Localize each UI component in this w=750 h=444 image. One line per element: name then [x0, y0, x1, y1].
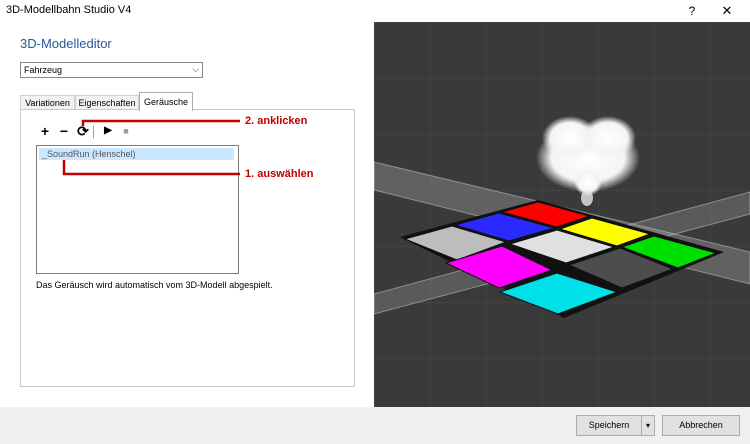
remove-icon[interactable]: − — [57, 123, 71, 139]
sound-list[interactable]: _SoundRun (Henschel) — [36, 145, 239, 274]
tab-variationen[interactable]: Variationen — [20, 95, 75, 110]
tab-eigenschaften[interactable]: Eigenschaften — [75, 95, 139, 110]
editor-panel: 3D-Modelleditor Fahrzeug ⌵ Variationen E… — [0, 22, 374, 407]
save-dropdown-button[interactable]: ▾ — [641, 415, 655, 436]
chevron-down-icon: ⌵ — [192, 64, 199, 74]
save-button[interactable]: Speichern — [576, 415, 642, 436]
info-text: Das Geräusch wird automatisch vom 3D-Mod… — [36, 280, 273, 290]
type-select[interactable]: Fahrzeug ⌵ — [20, 62, 203, 78]
type-select-value: Fahrzeug — [24, 65, 63, 75]
toolbar-separator — [93, 126, 94, 138]
page-title: 3D-Modelleditor — [20, 36, 112, 51]
tab-geraeusche[interactable]: Geräusche — [139, 92, 193, 111]
annotation-step-1: 1. auswählen — [245, 168, 314, 180]
add-icon[interactable]: + — [38, 123, 52, 139]
help-button[interactable]: ? — [680, 2, 704, 20]
title-bar: 3D-Modellbahn Studio V4 ? ✕ — [0, 0, 750, 22]
refresh-icon[interactable]: ⟳ — [76, 123, 90, 139]
cancel-button[interactable]: Abbrechen — [662, 415, 740, 436]
close-button[interactable]: ✕ — [712, 2, 742, 20]
3d-viewport[interactable] — [374, 22, 750, 407]
viewport-scene — [374, 22, 750, 407]
stop-icon[interactable]: ■ — [119, 123, 133, 139]
window-title: 3D-Modellbahn Studio V4 — [6, 4, 132, 16]
list-item[interactable]: _SoundRun (Henschel) — [39, 148, 234, 160]
annotation-step-2: 2. anklicken — [245, 115, 308, 127]
footer-bar: Speichern ▾ Abbrechen — [0, 407, 750, 444]
play-icon[interactable]: ▶ — [101, 123, 115, 139]
